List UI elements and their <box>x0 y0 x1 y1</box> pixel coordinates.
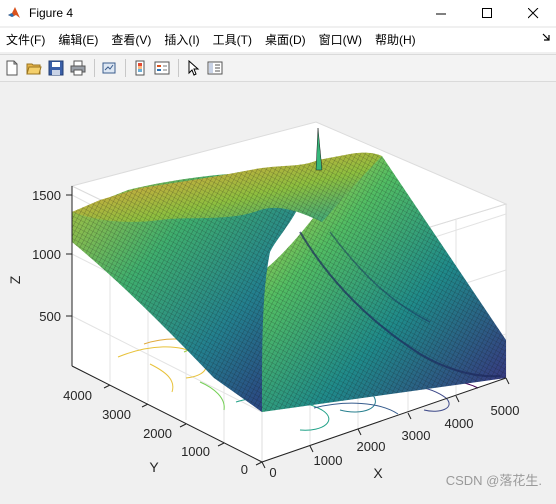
menu-tools[interactable]: 工具(T) <box>207 30 258 50</box>
close-button[interactable] <box>510 0 556 26</box>
open-file-button[interactable] <box>24 58 44 78</box>
maximize-button[interactable] <box>464 0 510 26</box>
menu-view[interactable]: 查看(V) <box>105 30 157 50</box>
minimize-button[interactable] <box>418 0 464 26</box>
title-bar: Figure 4 <box>0 0 556 26</box>
y-tick-label: 0 <box>241 462 248 477</box>
menu-file[interactable]: 文件(F) <box>0 30 51 50</box>
x-tick-label: 4000 <box>445 416 474 431</box>
y-tick-label: 3000 <box>102 407 131 422</box>
property-inspector-button[interactable] <box>205 58 225 78</box>
new-figure-icon <box>6 60 18 76</box>
property-inspector-icon <box>207 61 223 75</box>
print-icon <box>70 60 86 76</box>
menu-desktop[interactable]: 桌面(D) <box>259 30 312 50</box>
link-plot-button[interactable] <box>99 58 119 78</box>
new-figure-button[interactable] <box>2 58 22 78</box>
save-button[interactable] <box>46 58 66 78</box>
toolbar-separator <box>125 59 126 77</box>
y-tick-label: 4000 <box>63 388 92 403</box>
menu-bar: 文件(F) 编辑(E) 查看(V) 插入(I) 工具(T) 桌面(D) 窗口(W… <box>0 28 556 52</box>
menu-edit[interactable]: 编辑(E) <box>52 30 104 50</box>
maximize-icon <box>481 7 492 18</box>
matlab-logo-icon <box>8 7 20 18</box>
z-tick-label: 1500 <box>32 188 61 203</box>
insert-legend-button[interactable] <box>152 58 172 78</box>
link-plot-icon <box>102 62 116 74</box>
insert-colorbar-button[interactable] <box>130 58 150 78</box>
surface-plot-axes[interactable]: 500 1000 1500 Z 0 1000 2000 3000 4000 Y … <box>0 82 556 499</box>
menu-window[interactable]: 窗口(W) <box>313 30 368 50</box>
dock-arrow-icon[interactable] <box>542 31 552 43</box>
y-tick-label: 1000 <box>181 444 210 459</box>
x-tick-label: 2000 <box>357 439 386 454</box>
save-icon <box>48 60 64 76</box>
figure-toolbar <box>0 54 556 82</box>
toolbar-separator <box>178 59 179 77</box>
print-button[interactable] <box>68 58 88 78</box>
z-tick-label: 500 <box>39 309 61 324</box>
watermark-text: CSDN @落花生. <box>445 473 542 488</box>
minimize-icon <box>435 13 446 14</box>
x-axis-label: X <box>373 465 383 481</box>
legend-icon <box>154 61 170 75</box>
edit-plot-button[interactable] <box>183 58 203 78</box>
x-tick-label: 5000 <box>491 403 520 418</box>
colorbar-icon <box>135 60 145 76</box>
z-axis-label: Z <box>7 275 23 284</box>
x-tick-label: 3000 <box>402 428 431 443</box>
menu-insert[interactable]: 插入(I) <box>158 30 205 50</box>
y-tick-label: 2000 <box>143 426 172 441</box>
x-tick-label: 0 <box>269 465 276 480</box>
window-title: Figure 4 <box>29 6 74 20</box>
toolbar-separator <box>94 59 95 77</box>
figure-canvas[interactable]: 500 1000 1500 Z 0 1000 2000 3000 4000 Y … <box>0 82 556 499</box>
y-axis-label: Y <box>149 459 159 475</box>
close-icon <box>527 7 538 18</box>
x-tick-label: 1000 <box>314 453 343 468</box>
select-pointer-icon <box>188 60 200 76</box>
z-tick-label: 1000 <box>32 247 61 262</box>
menu-help[interactable]: 帮助(H) <box>369 30 422 50</box>
open-file-icon <box>26 63 42 75</box>
